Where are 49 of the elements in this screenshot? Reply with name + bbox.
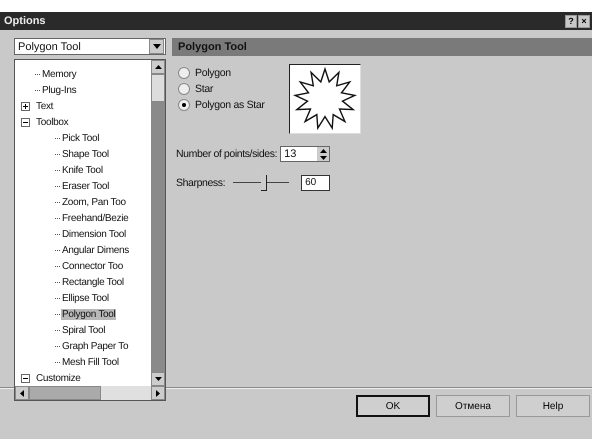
scroll-down-icon[interactable] bbox=[154, 377, 162, 381]
sharpness-field[interactable]: 60 bbox=[301, 175, 330, 191]
radio-label[interactable]: Polygon as Star bbox=[195, 98, 265, 110]
points-spinner[interactable]: 13 bbox=[280, 146, 330, 162]
tree-item[interactable]: Connector Too bbox=[61, 260, 124, 272]
tree-item[interactable]: Polygon Tool bbox=[61, 308, 116, 320]
title-bar-button[interactable]: × bbox=[578, 14, 590, 28]
tree-item[interactable]: Graph Paper To bbox=[61, 340, 130, 352]
tree-item[interactable]: Ellipse Tool bbox=[61, 292, 110, 304]
scroll-up-icon[interactable] bbox=[154, 65, 162, 69]
radio-button[interactable] bbox=[178, 98, 190, 110]
radio-button[interactable] bbox=[178, 82, 190, 94]
sharpness-label: Sharpness: bbox=[176, 177, 226, 189]
tree-item[interactable]: Dimension Tool bbox=[61, 228, 127, 240]
minus-icon[interactable] bbox=[21, 374, 30, 382]
radio-label[interactable]: Star bbox=[195, 82, 214, 94]
radio-label[interactable]: Polygon bbox=[195, 66, 231, 78]
dialog-button[interactable]: Отмена bbox=[436, 395, 510, 417]
title-bar-button[interactable]: ? bbox=[565, 14, 577, 28]
tree-item[interactable]: Memory bbox=[41, 68, 78, 80]
tree-item[interactable]: Pick Tool bbox=[61, 132, 100, 144]
panel-title: Polygon Tool bbox=[178, 41, 247, 53]
scroll-right-icon[interactable] bbox=[156, 390, 160, 396]
tree-item[interactable]: Customize bbox=[35, 372, 82, 384]
vertical-scrollbar[interactable] bbox=[151, 60, 165, 386]
tree-item[interactable]: Plug-Ins bbox=[41, 84, 78, 96]
tree-item[interactable]: Mesh Fill Tool bbox=[61, 356, 120, 368]
horizontal-scrollbar[interactable] bbox=[15, 386, 165, 400]
minus-icon[interactable] bbox=[21, 118, 30, 126]
scrollbar-thumb[interactable] bbox=[29, 386, 101, 400]
dialog-button[interactable]: Help bbox=[516, 395, 590, 417]
dialog-button[interactable]: OK bbox=[356, 395, 430, 417]
window-title: Options bbox=[4, 15, 46, 27]
tree-item[interactable]: Spiral Tool bbox=[61, 324, 106, 336]
plus-icon[interactable] bbox=[21, 102, 30, 110]
tree-item[interactable]: Shape Tool bbox=[61, 148, 110, 160]
tree-item[interactable]: Toolbox bbox=[35, 116, 70, 128]
tree-item[interactable]: Freehand/Bezie bbox=[61, 212, 130, 224]
tree-item[interactable]: Zoom, Pan Too bbox=[61, 196, 127, 208]
points-label: Number of points/sides: bbox=[176, 148, 278, 160]
scroll-left-icon[interactable] bbox=[20, 390, 24, 396]
tree-item[interactable]: Rectangle Tool bbox=[61, 276, 125, 288]
radio-button[interactable] bbox=[178, 66, 190, 78]
tree-item[interactable]: Text bbox=[35, 100, 54, 112]
tree-item[interactable]: Eraser Tool bbox=[61, 180, 110, 192]
scrollbar-thumb[interactable] bbox=[151, 74, 165, 102]
tree-item[interactable]: Knife Tool bbox=[61, 164, 104, 176]
tree-item[interactable]: Angular Dimens bbox=[61, 244, 130, 256]
category-dropdown[interactable]: Polygon Tool bbox=[14, 38, 166, 55]
